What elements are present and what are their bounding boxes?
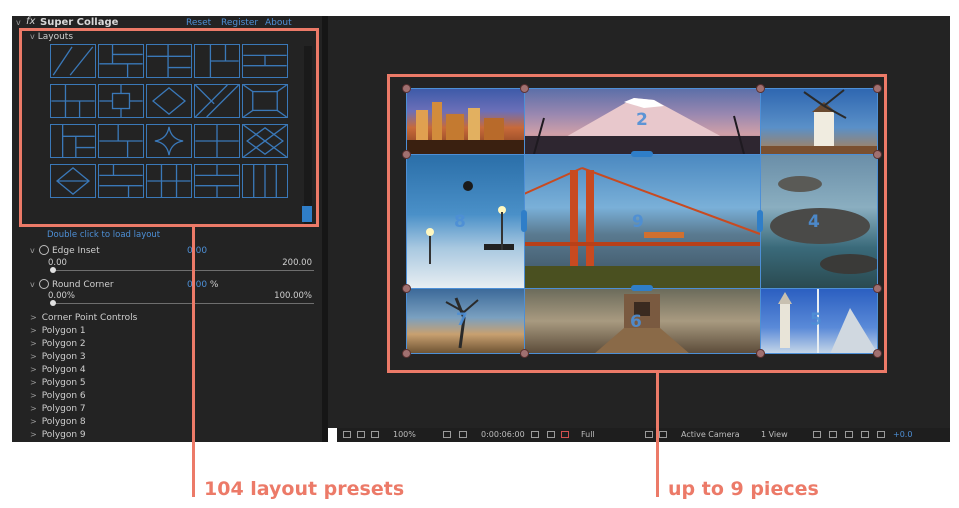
group-polygon-5[interactable]: > Polygon 5 bbox=[30, 378, 86, 388]
effect-collapse-twirl[interactable]: v bbox=[16, 18, 21, 27]
group-label: Polygon 2 bbox=[41, 339, 86, 349]
group-label: Polygon 3 bbox=[41, 352, 86, 362]
pieces-callout-box bbox=[387, 74, 887, 373]
reset-link[interactable]: Reset bbox=[186, 18, 211, 28]
color-channels-icon[interactable] bbox=[561, 431, 569, 438]
right-callout-connector bbox=[656, 373, 659, 497]
twirl-icon[interactable]: > bbox=[30, 378, 37, 387]
round-corner-twirl[interactable]: v bbox=[30, 280, 35, 289]
layouts-callout-box bbox=[19, 28, 319, 227]
region-of-interest-icon[interactable] bbox=[645, 431, 653, 438]
transparency-grid-icon[interactable] bbox=[659, 431, 667, 438]
glasses-icon[interactable] bbox=[371, 431, 379, 438]
crop-icon[interactable] bbox=[459, 431, 467, 438]
fx-toggle-icon[interactable]: fx bbox=[26, 16, 35, 27]
edge-inset-max: 200.00 bbox=[282, 258, 312, 268]
monitor-icon[interactable] bbox=[357, 431, 365, 438]
pieces-caption: up to 9 pieces bbox=[668, 478, 819, 500]
round-corner-unit: % bbox=[209, 280, 219, 290]
group-polygon-3[interactable]: > Polygon 3 bbox=[30, 352, 86, 362]
group-label: Polygon 1 bbox=[41, 326, 86, 336]
snapshot-icon[interactable] bbox=[547, 431, 555, 438]
viewer-toolbar: 100% 0:00:06:00 Full Active Camera 1 Vie… bbox=[337, 428, 950, 442]
group-label: Polygon 5 bbox=[41, 378, 86, 388]
timecode[interactable]: 0:00:06:00 bbox=[481, 430, 525, 439]
effect-name: Super Collage bbox=[40, 17, 119, 28]
round-corner-label: Round Corner bbox=[52, 280, 114, 290]
twirl-icon[interactable]: > bbox=[30, 365, 37, 374]
fit-icon[interactable] bbox=[443, 431, 451, 438]
twirl-icon[interactable]: > bbox=[30, 313, 37, 322]
magnifier-icon[interactable] bbox=[343, 431, 351, 438]
group-label: Polygon 8 bbox=[41, 417, 86, 427]
group-polygon-4[interactable]: > Polygon 4 bbox=[30, 365, 86, 375]
group-corner-point-controls[interactable]: > Corner Point Controls bbox=[30, 313, 137, 323]
group-label: Corner Point Controls bbox=[41, 313, 138, 323]
slider-knob[interactable] bbox=[50, 300, 56, 306]
toggle-pixel-aspect-icon[interactable] bbox=[813, 431, 821, 438]
slider-track bbox=[52, 303, 314, 304]
group-polygon-9[interactable]: > Polygon 9 bbox=[30, 430, 86, 440]
group-label: Polygon 7 bbox=[41, 404, 86, 414]
camera-icon[interactable] bbox=[531, 431, 539, 438]
stopwatch-icon[interactable] bbox=[39, 245, 49, 255]
edge-inset-label: Edge Inset bbox=[52, 246, 100, 256]
view-layout-select[interactable]: 1 View bbox=[761, 430, 788, 439]
twirl-icon[interactable]: > bbox=[30, 430, 37, 439]
group-label: Polygon 6 bbox=[41, 391, 86, 401]
timeline-icon[interactable] bbox=[845, 431, 853, 438]
group-label: Polygon 4 bbox=[41, 365, 86, 375]
zoom-select[interactable]: 100% bbox=[393, 430, 416, 439]
group-polygon-2[interactable]: > Polygon 2 bbox=[30, 339, 86, 349]
group-polygon-6[interactable]: > Polygon 6 bbox=[30, 391, 86, 401]
about-link[interactable]: About bbox=[265, 18, 292, 28]
edge-inset-value[interactable]: 0.00 bbox=[187, 246, 207, 256]
round-corner-number: 0.00 bbox=[187, 280, 208, 290]
twirl-icon[interactable]: > bbox=[30, 326, 37, 335]
twirl-icon[interactable]: > bbox=[30, 352, 37, 361]
load-layout-hint: Double click to load layout bbox=[47, 230, 161, 240]
resolution-select[interactable]: Full bbox=[581, 430, 595, 439]
group-polygon-7[interactable]: > Polygon 7 bbox=[30, 404, 86, 414]
stopwatch-icon[interactable] bbox=[39, 279, 49, 289]
exposure-value[interactable]: +0.0 bbox=[893, 430, 912, 439]
group-polygon-8[interactable]: > Polygon 8 bbox=[30, 417, 86, 427]
twirl-icon[interactable]: > bbox=[30, 404, 37, 413]
round-corner-max: 100.00% bbox=[274, 291, 312, 301]
group-label: Polygon 9 bbox=[41, 430, 86, 440]
twirl-icon[interactable]: > bbox=[30, 417, 37, 426]
left-callout-connector bbox=[192, 227, 195, 497]
twirl-icon[interactable]: > bbox=[30, 391, 37, 400]
camera-select[interactable]: Active Camera bbox=[681, 430, 740, 439]
slider-track bbox=[52, 270, 314, 271]
layout-presets-caption: 104 layout presets bbox=[204, 478, 405, 500]
settings-icon[interactable] bbox=[877, 431, 885, 438]
flowchart-icon[interactable] bbox=[861, 431, 869, 438]
slider-knob[interactable] bbox=[50, 267, 56, 273]
group-polygon-1[interactable]: > Polygon 1 bbox=[30, 326, 86, 336]
twirl-icon[interactable]: > bbox=[30, 339, 37, 348]
fast-preview-icon[interactable] bbox=[829, 431, 837, 438]
register-link[interactable]: Register bbox=[221, 18, 258, 28]
edge-inset-twirl[interactable]: v bbox=[30, 246, 35, 255]
